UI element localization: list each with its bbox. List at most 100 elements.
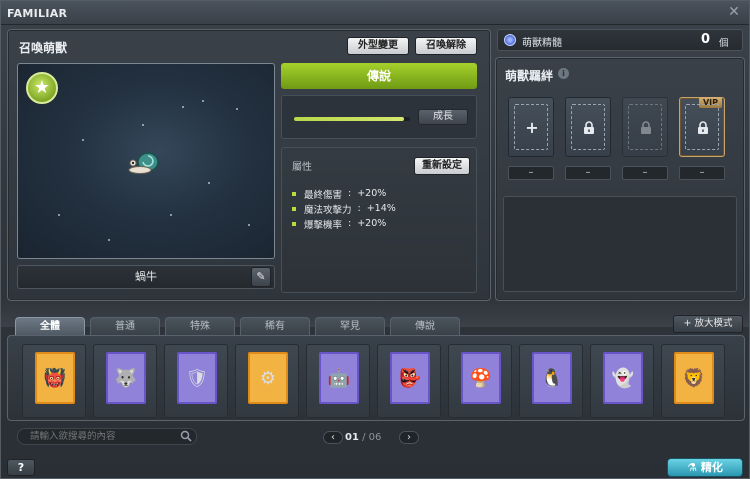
flask-icon: ⚗ <box>687 461 698 474</box>
card-face: 🛡 <box>185 367 209 389</box>
search-input[interactable] <box>17 428 197 445</box>
bond-detail-box <box>503 196 737 292</box>
summon-title: 召喚萌獸 <box>19 41 68 55</box>
tab-epic[interactable]: 罕見 <box>315 317 385 335</box>
page-indicator: 01 / 06 <box>345 432 381 443</box>
star <box>82 139 84 141</box>
bullet-icon <box>292 191 296 196</box>
card-face: 🐺 <box>114 367 138 389</box>
info-icon[interactable]: i <box>558 68 569 79</box>
stat-name: 魔法攻擊力 <box>304 204 352 216</box>
title-bar[interactable]: FAMILIAR ✕ <box>1 1 749 25</box>
attributes-label: 屬性 <box>292 162 312 173</box>
close-icon[interactable]: ✕ <box>727 5 741 19</box>
help-button[interactable]: ? <box>7 459 35 476</box>
card-face: 👺 <box>398 367 422 389</box>
bond-slot-vip[interactable]: VIP <box>679 97 725 157</box>
familiar-window: FAMILIAR ✕ 召喚萌獸 外型變更 召喚解除 ★ 蝸牛 ✎ 傳說 成長 屬… <box>0 0 750 479</box>
stat-value: +20% <box>357 218 387 229</box>
slot-frame <box>571 104 605 150</box>
reset-attributes-button[interactable]: 重新設定 <box>414 157 470 175</box>
stat-value: +14% <box>366 203 396 214</box>
star <box>202 100 204 102</box>
bond-slot-caption: – <box>508 166 554 180</box>
refine-label: 精化 <box>700 461 723 474</box>
card-slot[interactable]: 🦁 <box>661 344 725 418</box>
stat-list: 最終傷害 : +20% 魔法攻擊力 : +14% 爆擊機率 : +20% <box>292 186 396 231</box>
bond-title: 萌獸羈絆 <box>505 69 554 83</box>
machine-monster-card-icon: ⚙ <box>248 352 288 404</box>
lock-icon <box>698 121 708 134</box>
tab-rare[interactable]: 稀有 <box>240 317 310 335</box>
plus-icon: + <box>525 118 539 137</box>
growth-button[interactable]: 成長 <box>418 109 468 125</box>
star <box>182 106 184 108</box>
essence-bar: 萌獸精髓 0 個 <box>497 29 743 51</box>
grade-label: 傳說 <box>281 63 477 89</box>
stat-separator: : <box>348 218 352 229</box>
bullet-icon <box>292 221 296 226</box>
bond-slot-caption: – <box>622 166 668 180</box>
lock-icon <box>641 121 651 134</box>
familiar-name: 蝸牛 <box>17 265 275 289</box>
card-slot[interactable]: 🛡 <box>164 344 228 418</box>
star <box>208 182 210 184</box>
card-slot[interactable]: 👹 <box>22 344 86 418</box>
total-pages: 06 <box>368 432 382 443</box>
prev-page-button[interactable]: ‹ <box>323 431 343 444</box>
star <box>248 224 250 226</box>
card-face: 👹 <box>43 367 67 389</box>
ghost-monster-card-icon: 👻 <box>603 352 643 404</box>
card-slot[interactable]: 👺 <box>377 344 441 418</box>
tab-legendary[interactable]: 傳說 <box>390 317 460 335</box>
bond-slot-caption: – <box>679 166 725 180</box>
tab-normal[interactable]: 普通 <box>90 317 160 335</box>
card-face: 🐧 <box>540 367 564 389</box>
card-slot[interactable]: 👻 <box>590 344 654 418</box>
release-summon-button[interactable]: 召喚解除 <box>415 37 477 55</box>
star <box>108 239 110 241</box>
bond-slot-add[interactable]: + <box>508 97 554 157</box>
card-slot[interactable]: 🍄 <box>448 344 512 418</box>
lock-icon <box>584 121 594 134</box>
red-monster-card-icon: 👹 <box>35 352 75 404</box>
appearance-change-button[interactable]: 外型變更 <box>347 37 409 55</box>
refine-button[interactable]: ⚗ 精化 <box>667 458 743 477</box>
card-face: 🦁 <box>682 367 706 389</box>
card-face: ⚙ <box>259 367 277 389</box>
star <box>236 108 238 110</box>
search-icon[interactable] <box>180 430 192 442</box>
current-page: 01 <box>345 432 359 443</box>
growth-progress-fill <box>294 117 405 121</box>
attributes-section: 屬性 重新設定 最終傷害 : +20% 魔法攻擊力 : +14% 爆擊機率 : … <box>281 147 477 293</box>
card-face: 👻 <box>611 367 635 389</box>
slot-frame <box>685 104 719 150</box>
penguin-monster-card-icon: 🐧 <box>532 352 572 404</box>
bond-slot-locked[interactable] <box>565 97 611 157</box>
stat-value: +20% <box>357 188 387 199</box>
zoom-mode-button[interactable]: + 放大模式 <box>673 315 743 333</box>
stat-name: 最終傷害 <box>304 189 343 201</box>
growth-progress-bar <box>294 117 410 121</box>
stat-item: 爆擊機率 : +20% <box>292 216 396 231</box>
page-separator: / <box>362 432 366 443</box>
star <box>142 124 144 126</box>
next-page-button[interactable]: › <box>399 431 419 444</box>
pencil-icon[interactable]: ✎ <box>251 267 271 287</box>
essence-label: 萌獸精髓 <box>522 38 562 49</box>
card-face: 🤖 <box>327 367 351 389</box>
tab-special[interactable]: 特殊 <box>165 317 235 335</box>
bond-slot-disabled[interactable] <box>622 97 668 157</box>
card-face: 🍄 <box>469 367 493 389</box>
knight-monster-card-icon: 🤖 <box>319 352 359 404</box>
card-slot[interactable]: 🐧 <box>519 344 583 418</box>
card-slot[interactable]: 🐺 <box>93 344 157 418</box>
card-slot[interactable]: ⚙ <box>235 344 299 418</box>
card-slot[interactable]: 🤖 <box>306 344 370 418</box>
stat-name: 爆擊機率 <box>304 219 343 231</box>
stat-separator: : <box>348 188 352 199</box>
growth-section: 成長 <box>281 95 477 139</box>
stat-item: 最終傷害 : +20% <box>292 186 396 201</box>
star <box>170 214 172 216</box>
tab-all[interactable]: 全體 <box>15 317 85 335</box>
